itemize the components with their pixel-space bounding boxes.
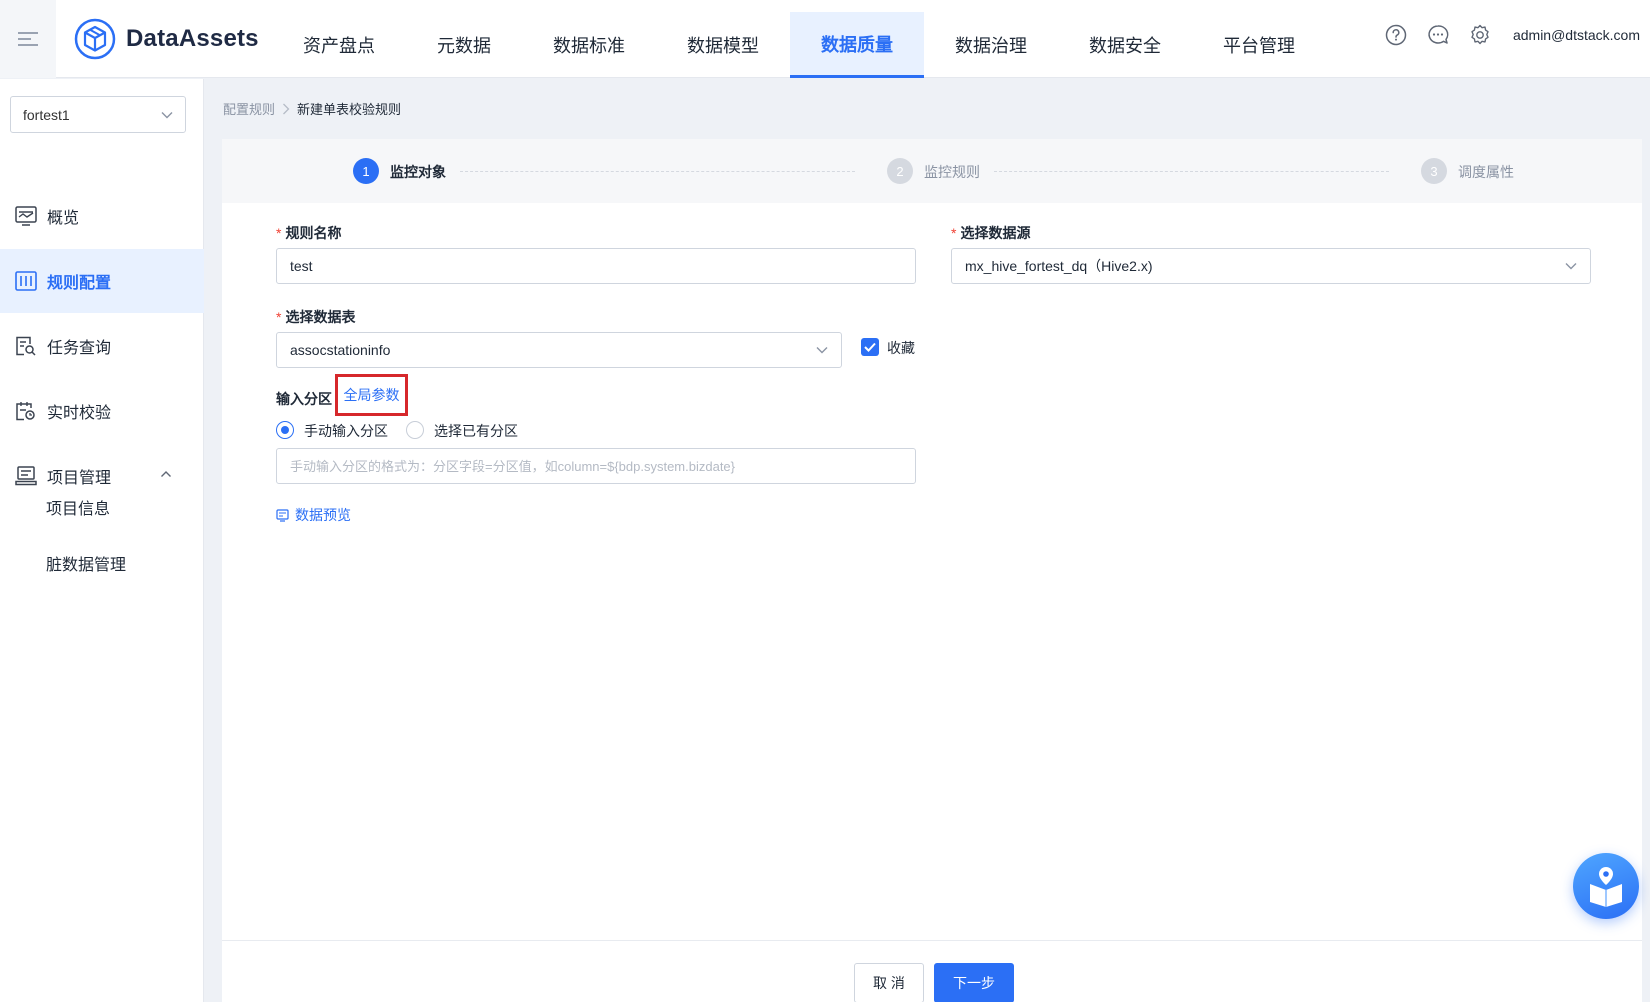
chevron-down-icon	[1565, 263, 1577, 270]
table-label: * 选择数据表	[276, 309, 356, 325]
preview-icon	[276, 508, 289, 522]
breadcrumb-current: 新建单表校验规则	[297, 102, 402, 117]
step-connector	[460, 171, 855, 172]
table-select-value: assocstationinfo	[290, 342, 391, 358]
sidebar-item-label: 概览	[47, 210, 80, 227]
sidebar-subitem-project-info[interactable]: 项目信息	[46, 495, 110, 519]
step-connector	[994, 171, 1389, 172]
realtime-check-icon	[16, 402, 35, 421]
table-select[interactable]: assocstationinfo	[276, 332, 842, 368]
sidebar-item-label: 规则配置	[47, 275, 112, 292]
radio-existing-partition[interactable]	[406, 421, 424, 439]
nav-item-data-model[interactable]: 数据模型	[656, 12, 790, 78]
top-navbar: DataAssets 资产盘点 元数据 数据标准 数据模型 数据质量 数据治理 …	[0, 0, 1650, 78]
rule-name-field[interactable]	[290, 258, 902, 274]
footer-divider	[222, 940, 1642, 941]
nav-item-asset-inventory[interactable]: 资产盘点	[272, 12, 406, 78]
user-account[interactable]: admin@dtstack.com	[1513, 27, 1640, 43]
nav-item-data-governance[interactable]: 数据治理	[924, 12, 1058, 78]
nav-item-data-security[interactable]: 数据安全	[1058, 12, 1192, 78]
radio-manual-label: 手动输入分区	[304, 423, 388, 439]
chevron-up-icon	[161, 471, 171, 477]
partition-field[interactable]	[290, 458, 902, 474]
sidebar-item-label: 实时校验	[47, 405, 112, 422]
sidebar-item-task-query[interactable]: 任务查询	[0, 314, 204, 378]
rule-name-label: * 规则名称	[276, 225, 342, 241]
data-preview-link[interactable]: 数据预览	[276, 505, 351, 525]
favorite-label: 收藏	[887, 340, 915, 356]
gear-icon[interactable]	[1469, 24, 1491, 46]
sidebar-item-rule-config[interactable]: 规则配置	[0, 249, 204, 313]
menu-toggle-button[interactable]	[0, 0, 56, 78]
partition-label: 输入分区	[276, 391, 332, 407]
overview-icon	[15, 206, 37, 226]
step-indicator: 1 监控对象 2 监控规则 3 调度属性	[222, 139, 1642, 203]
project-select-value: fortest1	[23, 106, 70, 123]
nav-item-metadata[interactable]: 元数据	[406, 12, 522, 78]
sidebar-item-realtime-check[interactable]: 实时校验	[0, 379, 204, 443]
rule-config-icon	[15, 271, 37, 291]
global-params-link[interactable]: 全局参数	[335, 374, 408, 416]
app-logo[interactable]: DataAssets	[74, 18, 259, 60]
rule-name-input[interactable]	[276, 248, 916, 284]
next-step-button[interactable]: 下一步	[934, 963, 1014, 1002]
main-nav: 资产盘点 元数据 数据标准 数据模型 数据质量 数据治理 数据安全 平台管理	[272, 12, 1326, 78]
chevron-right-icon	[283, 103, 290, 114]
header-actions: admin@dtstack.com	[1385, 24, 1640, 46]
task-query-icon	[16, 336, 36, 356]
nav-item-platform-admin[interactable]: 平台管理	[1192, 12, 1326, 78]
nav-item-data-standard[interactable]: 数据标准	[522, 12, 656, 78]
partition-input[interactable]	[276, 448, 916, 484]
chevron-down-icon	[816, 347, 828, 354]
help-assistant-button[interactable]	[1573, 853, 1639, 919]
datasource-select[interactable]: mx_hive_fortest_dq（Hive2.x)	[951, 248, 1591, 284]
app-title: DataAssets	[126, 25, 259, 52]
sidebar-item-label: 项目管理	[47, 470, 112, 487]
sidebar-item-overview[interactable]: 概览	[0, 184, 204, 248]
guide-book-icon	[1590, 867, 1622, 907]
nav-item-data-quality[interactable]: 数据质量	[790, 12, 924, 78]
sidebar-item-label: 任务查询	[47, 340, 112, 357]
step-2-label: 监控规则	[924, 164, 980, 180]
step-1-label: 监控对象	[390, 164, 446, 180]
project-manage-icon	[15, 466, 37, 486]
radio-manual-partition[interactable]	[276, 421, 294, 439]
main-panel: 1 监控对象 2 监控规则 3 调度属性 *规则名称 *选择数据源 mx_hiv…	[222, 139, 1642, 1002]
favorite-checkbox[interactable]	[861, 338, 879, 356]
data-preview-text: 数据预览	[295, 507, 351, 523]
cube-logo-icon	[74, 18, 116, 60]
sidebar: fortest1 概览 规则配置 任务查询 实时校验 项目管理 项目信息 脏数据…	[0, 79, 204, 1002]
global-params-text: 全局参数	[343, 387, 400, 403]
check-icon	[864, 342, 876, 352]
step-3-label: 调度属性	[1458, 164, 1514, 180]
breadcrumb-parent[interactable]: 配置规则	[223, 99, 275, 118]
cancel-button[interactable]: 取 消	[854, 963, 924, 1002]
step-2-number: 2	[887, 158, 913, 184]
datasource-select-value: mx_hive_fortest_dq（Hive2.x)	[965, 258, 1153, 274]
message-icon[interactable]	[1427, 24, 1449, 46]
step-3-number: 3	[1421, 158, 1447, 184]
project-select[interactable]: fortest1	[10, 96, 186, 133]
hamburger-icon	[18, 32, 38, 46]
datasource-label: * 选择数据源	[951, 225, 1031, 241]
sidebar-subitem-dirty-data[interactable]: 脏数据管理	[46, 551, 126, 575]
step-1-number: 1	[353, 158, 379, 184]
chevron-down-icon	[161, 111, 173, 118]
help-icon[interactable]	[1385, 24, 1407, 46]
breadcrumb: 配置规则 新建单表校验规则	[223, 99, 401, 118]
radio-existing-label: 选择已有分区	[434, 423, 518, 439]
